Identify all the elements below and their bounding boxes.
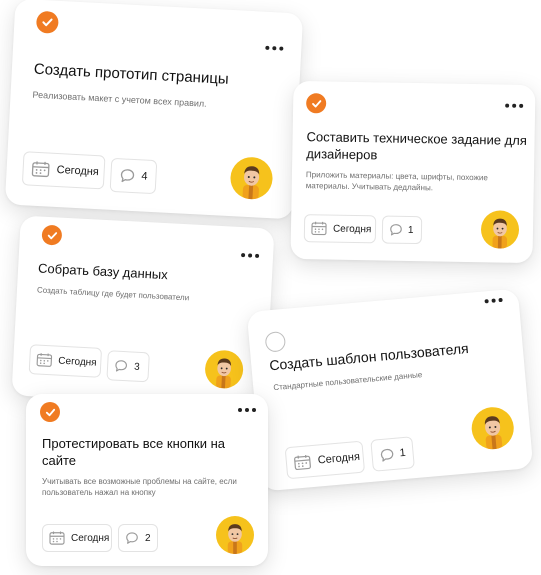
date-label: Сегодня <box>317 450 361 467</box>
task-card[interactable]: Создать шаблон пользователя Стандартные … <box>246 288 534 492</box>
comment-icon <box>119 167 136 184</box>
comment-count: 3 <box>133 361 140 373</box>
date-label: Сегодня <box>332 223 372 235</box>
date-label: Сегодня <box>71 532 110 544</box>
check-icon[interactable] <box>306 93 327 114</box>
comment-count: 1 <box>407 224 414 236</box>
more-icon[interactable] <box>241 253 260 258</box>
comments-chip[interactable]: 1 <box>381 215 423 245</box>
comment-icon <box>114 359 129 374</box>
task-card[interactable]: Создать прототип страницы Реализовать ма… <box>4 0 304 220</box>
comment-count: 2 <box>145 532 151 544</box>
task-description: Учитывать все возможные проблемы на сайт… <box>42 477 237 498</box>
more-icon[interactable] <box>265 45 284 51</box>
calendar-icon <box>311 221 327 236</box>
date-chip[interactable]: Сегодня <box>28 344 103 378</box>
comment-count: 1 <box>399 446 407 460</box>
more-icon[interactable] <box>484 297 503 304</box>
check-icon[interactable] <box>40 402 60 422</box>
task-description: Создать таблицу где будет пользователи <box>36 285 190 303</box>
avatar <box>480 210 520 249</box>
avatar <box>204 349 245 390</box>
avatar <box>469 405 516 451</box>
date-label: Сегодня <box>58 355 97 369</box>
check-icon[interactable] <box>41 224 63 246</box>
avatar <box>216 516 254 554</box>
comments-chip[interactable]: 4 <box>109 157 158 195</box>
more-icon[interactable] <box>505 103 524 108</box>
task-description: Реализовать макет с учетом всех правил. <box>32 89 207 109</box>
comments-chip[interactable]: 3 <box>106 350 150 383</box>
date-label: Сегодня <box>56 163 100 179</box>
task-title: Составить техническое задание для дизайн… <box>306 129 527 163</box>
task-card[interactable]: Протестировать все кнопки на сайте Учиты… <box>26 394 268 566</box>
task-title: Протестировать все кнопки на сайте <box>42 436 225 468</box>
date-chip[interactable]: Сегодня <box>284 440 366 480</box>
calendar-icon <box>49 531 65 545</box>
task-description: Приложить материалы: цвета, шрифты, похо… <box>305 170 488 193</box>
calendar-icon <box>36 352 53 367</box>
comment-count: 4 <box>141 170 148 183</box>
task-title: Создать прототип страницы <box>33 60 230 88</box>
check-icon[interactable] <box>35 10 59 34</box>
task-card[interactable]: Составить техническое задание для дизайн… <box>290 80 536 264</box>
comment-icon <box>379 446 395 462</box>
calendar-icon <box>293 454 311 470</box>
calendar-icon <box>31 161 50 178</box>
task-card[interactable]: Собрать базу данных Создать таблицу где … <box>11 215 275 409</box>
check-icon[interactable] <box>264 330 287 353</box>
comments-chip[interactable]: 1 <box>370 436 415 472</box>
more-icon[interactable] <box>238 408 256 412</box>
task-title: Собрать базу данных <box>37 260 169 283</box>
avatar <box>229 156 274 201</box>
date-chip[interactable]: Сегодня <box>303 214 377 244</box>
comment-icon <box>389 223 403 237</box>
date-chip[interactable]: Сегодня <box>21 151 106 190</box>
comment-icon <box>125 531 139 545</box>
date-chip[interactable]: Сегодня <box>42 524 112 552</box>
comments-chip[interactable]: 2 <box>118 524 158 552</box>
